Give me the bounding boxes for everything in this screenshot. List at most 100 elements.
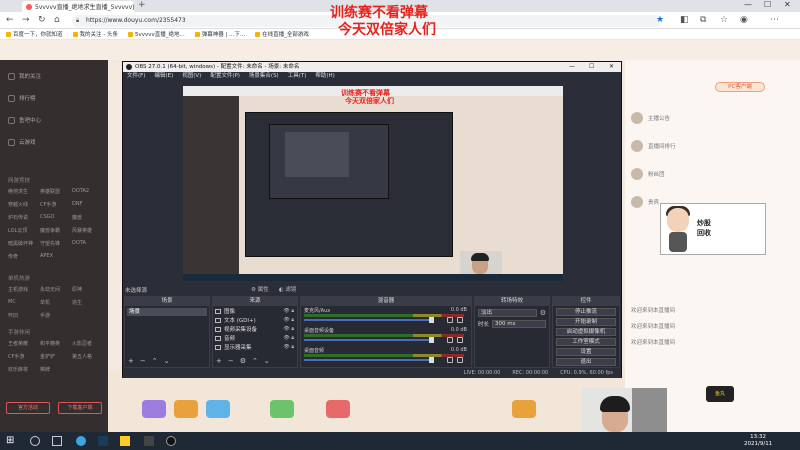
favorites-icon[interactable]: ☆: [720, 15, 728, 25]
eye-icon[interactable]: 👁︎ 🔒︎: [283, 344, 294, 350]
forward-icon[interactable]: →: [22, 15, 30, 25]
volume-slider[interactable]: [304, 359, 432, 361]
file-explorer-icon[interactable]: [120, 436, 130, 446]
sidebar-category-item[interactable]: 永劫无间: [40, 286, 72, 293]
sidebar-item-follow[interactable]: 我的关注: [8, 72, 41, 80]
gear-icon[interactable]: [457, 317, 463, 323]
exit-button[interactable]: 退出: [556, 358, 616, 366]
source-item[interactable]: 图像 👁︎ 🔒︎: [213, 307, 297, 315]
move-up-icon[interactable]: ⌃: [252, 357, 258, 365]
sidebar-item-rank[interactable]: 排行榜: [8, 94, 36, 102]
source-item[interactable]: 显示器采集 👁︎ 🔒︎: [213, 343, 297, 351]
extension-icon[interactable]: ◧: [680, 15, 689, 25]
bookmark-item[interactable]: 百度一下，你就知道: [6, 30, 63, 38]
gear-icon[interactable]: ⚙: [240, 357, 246, 365]
collections-icon[interactable]: ⧉: [700, 15, 706, 25]
sidebar-category-item[interactable]: 王者荣耀: [8, 340, 40, 347]
add-icon[interactable]: +: [128, 357, 134, 365]
home-icon[interactable]: ⌂: [54, 15, 60, 25]
gift-icon[interactable]: [142, 400, 166, 418]
volume-slider-knob[interactable]: [429, 317, 434, 323]
pc-client-badge[interactable]: PC客户端: [715, 82, 765, 92]
obs-preview[interactable]: 训练赛不看弹幕 今天双倍家人们: [183, 86, 563, 281]
sidebar-category-item[interactable]: 炉石传说: [8, 214, 40, 221]
steam-icon[interactable]: [98, 436, 108, 446]
menu-help[interactable]: 帮助(H): [315, 72, 334, 81]
gift-icon[interactable]: [326, 400, 350, 418]
sidebar-category-item[interactable]: 英雄联盟: [40, 188, 72, 195]
sidebar-category-item[interactable]: MC: [8, 299, 40, 306]
taskbar-clock[interactable]: 13:32 2021/9/11: [744, 434, 772, 448]
sidebar-category-item[interactable]: 欢乐麻将: [8, 366, 40, 373]
obs-close-icon[interactable]: ✕: [609, 62, 614, 72]
source-item[interactable]: 音频 👁︎ 🔒︎: [213, 334, 297, 342]
gear-icon[interactable]: [457, 337, 463, 343]
obs-minimize-icon[interactable]: —: [569, 62, 575, 72]
obs-taskbar-icon[interactable]: [166, 436, 176, 446]
volume-slider[interactable]: [304, 319, 432, 321]
sidebar-category-item[interactable]: 棋牌: [40, 366, 72, 373]
sidebar-category-item[interactable]: 暗黑破坏神: [8, 240, 40, 247]
menu-edit[interactable]: 编辑(E): [154, 72, 173, 81]
back-icon[interactable]: ←: [6, 15, 14, 25]
sidebar-category-item[interactable]: APEX: [40, 253, 72, 260]
remove-icon[interactable]: −: [228, 357, 234, 365]
add-icon[interactable]: +: [216, 357, 222, 365]
sidebar-item-cloud-game[interactable]: 云游戏: [8, 138, 36, 146]
volume-slider-knob[interactable]: [429, 357, 434, 363]
source-item[interactable]: 文本 (GDI+) 👁︎ 🔒︎: [213, 316, 297, 324]
sidebar-category-item[interactable]: DOTA: [72, 240, 104, 247]
menu-file[interactable]: 文件(F): [127, 72, 145, 81]
sidebar-category-item[interactable]: 魔兽争霸: [40, 227, 72, 234]
profile-icon[interactable]: ◉: [740, 15, 748, 25]
bookmark-item[interactable]: 我的关注 - 头条: [73, 30, 118, 38]
right-panel-row[interactable]: 直播间排行: [631, 140, 676, 152]
duration-field[interactable]: 300 ms: [492, 320, 546, 328]
gear-icon[interactable]: [457, 357, 463, 363]
search-icon[interactable]: [30, 436, 40, 446]
sidebar-category-item[interactable]: 逃生: [72, 299, 104, 306]
remove-icon[interactable]: −: [140, 357, 146, 365]
move-down-icon[interactable]: ⌄: [164, 357, 170, 365]
app-icon[interactable]: [144, 436, 154, 446]
sidebar-category-item[interactable]: 守望先锋: [40, 240, 72, 247]
sidebar-category-item[interactable]: DOTA2: [72, 188, 104, 195]
transition-select[interactable]: 淡出: [478, 309, 537, 317]
minimize-icon[interactable]: —: [744, 0, 752, 9]
volume-slider[interactable]: [304, 339, 432, 341]
studio-mode-button[interactable]: 工作室模式: [556, 338, 616, 346]
gear-icon[interactable]: ⚙: [540, 309, 546, 317]
settings-button[interactable]: 设置: [556, 348, 616, 356]
refresh-icon[interactable]: ↻: [38, 15, 46, 25]
sidebar-category-item[interactable]: 单机: [40, 299, 72, 306]
new-tab-button[interactable]: +: [138, 0, 146, 10]
move-down-icon[interactable]: ⌄: [264, 357, 270, 365]
official-activity-button[interactable]: 官方活动: [6, 402, 50, 414]
speaker-icon[interactable]: [447, 337, 453, 343]
eye-icon[interactable]: 👁︎ 🔒︎: [283, 317, 294, 323]
sidebar-category-item[interactable]: 金铲铲: [40, 353, 72, 360]
speaker-icon[interactable]: [447, 357, 453, 363]
sidebar-category-item[interactable]: 和平精英: [40, 340, 72, 347]
sidebar-category-item[interactable]: 怀旧: [8, 312, 40, 319]
maximize-icon[interactable]: ☐: [764, 0, 771, 9]
sidebar-category-item[interactable]: 魔兽: [72, 214, 104, 221]
edge-icon[interactable]: [76, 436, 86, 446]
sidebar-category-item[interactable]: 主机游戏: [8, 286, 40, 293]
move-up-icon[interactable]: ⌃: [152, 357, 158, 365]
sidebar-category-item[interactable]: 穿越火线: [8, 201, 40, 208]
sidebar-category-item[interactable]: 传奇: [8, 253, 40, 260]
sidebar-category-item[interactable]: CF手游: [8, 353, 40, 360]
download-client-button[interactable]: 下载客户端: [58, 402, 102, 414]
eye-icon[interactable]: 👁︎ 🔒︎: [283, 335, 294, 341]
gift-icon[interactable]: [270, 400, 294, 418]
bookmark-item[interactable]: 5vvvvv直播_绝地...: [128, 30, 185, 38]
menu-scene-collection[interactable]: 场景集合(S): [249, 72, 279, 81]
task-view-icon[interactable]: [52, 436, 62, 446]
source-item[interactable]: 视频采集设备 👁︎ 🔒︎: [213, 325, 297, 333]
sidebar-category-item[interactable]: 风暴英雄: [72, 227, 104, 234]
close-window-icon[interactable]: ✕: [784, 0, 791, 9]
menu-view[interactable]: 视图(V): [182, 72, 201, 81]
sidebar-category-item[interactable]: DNF: [72, 201, 104, 208]
eye-icon[interactable]: 👁︎ 🔒︎: [283, 326, 294, 332]
